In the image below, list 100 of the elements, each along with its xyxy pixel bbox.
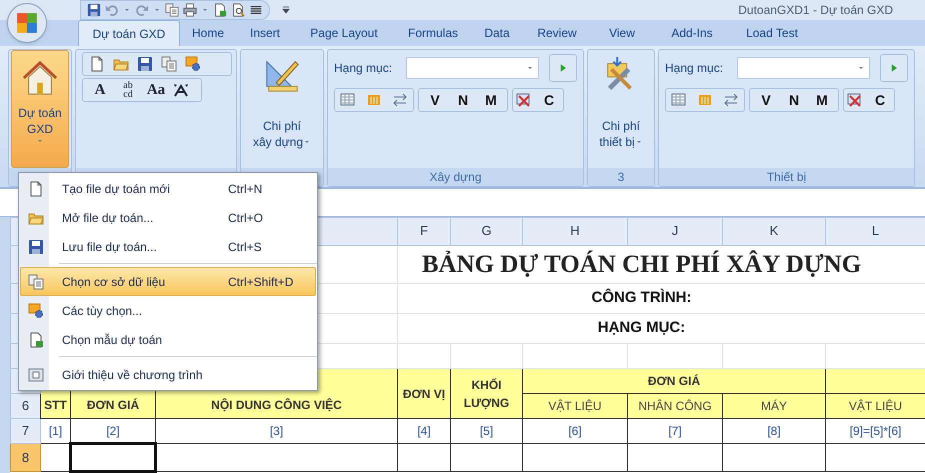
column-heading: ĐƠN GIÁ bbox=[86, 398, 140, 412]
shortcut-text: Ctrl+N bbox=[228, 180, 262, 198]
logo-icon bbox=[16, 12, 38, 34]
menu-label: Chọn mẫu dự toán bbox=[62, 332, 162, 346]
crossed-image-icon[interactable] bbox=[516, 92, 532, 108]
letter-button[interactable]: N bbox=[449, 89, 477, 112]
column-heading: VẬT LIỆU bbox=[848, 399, 902, 413]
column-heading: NỘI DUNG CÔNG VIỆC bbox=[211, 398, 342, 412]
window-title: DutoanGXD1 - Dự toán GXD bbox=[738, 2, 894, 20]
settings-icon[interactable] bbox=[185, 56, 201, 72]
menu-item[interactable]: Chọn mẫu dự toán bbox=[20, 325, 316, 354]
ribbon-tab[interactable]: Data bbox=[472, 20, 522, 46]
group-label: Xây dựng bbox=[429, 169, 482, 186]
menu-label: Lưu file dự toán... bbox=[62, 240, 157, 254]
menu-item[interactable]: Các tùy chọn... bbox=[20, 296, 316, 325]
stretch-icon[interactable] bbox=[173, 82, 189, 98]
printer-icon[interactable] bbox=[183, 3, 197, 18]
print-preview-icon[interactable] bbox=[231, 3, 245, 18]
sheet-subtitle: CÔNG TRÌNH: bbox=[592, 289, 692, 306]
selected-cell[interactable] bbox=[70, 444, 156, 472]
crossed-image-icon[interactable] bbox=[847, 92, 863, 108]
row-header[interactable]: 8 bbox=[10, 444, 40, 472]
menu-item[interactable]: Tạo file dự toán mới Ctrl+N bbox=[20, 174, 316, 203]
table-cell: [9]=[5]*[6] bbox=[850, 424, 902, 438]
table-cell: [6] bbox=[568, 424, 582, 438]
group-label: 3 bbox=[618, 169, 624, 186]
ribbon-tab[interactable]: Formulas bbox=[394, 20, 472, 46]
letter-button[interactable]: M bbox=[477, 89, 505, 112]
text-tool-button[interactable]: ab cd bbox=[117, 79, 139, 102]
column-header[interactable]: J bbox=[628, 217, 722, 245]
table-cell: [3] bbox=[270, 424, 284, 438]
redo-icon[interactable] bbox=[135, 3, 149, 18]
letter-button[interactable]: V bbox=[421, 89, 449, 112]
shortcut-text: Ctrl+O bbox=[228, 210, 264, 226]
column-heading: ĐƠN GIÁ bbox=[648, 374, 700, 388]
customize-icon[interactable] bbox=[280, 4, 292, 16]
column-heading: ĐƠN VỊ bbox=[402, 386, 446, 400]
table-icon[interactable] bbox=[340, 92, 356, 108]
column-heading: KHỐI LƯỢNG bbox=[464, 378, 510, 410]
table-cell: [7] bbox=[668, 424, 682, 438]
menu-label: Các tùy chọn... bbox=[62, 304, 142, 318]
copy-icon[interactable] bbox=[161, 56, 177, 72]
letter-button[interactable]: M bbox=[808, 89, 836, 112]
ribbon-tab[interactable]: Dự toán GXD bbox=[78, 20, 180, 46]
letter-button[interactable]: V bbox=[752, 89, 780, 112]
sheet-subtitle: HẠNG MỤC: bbox=[598, 319, 686, 336]
button-label: Chi phí bbox=[602, 118, 640, 134]
button-label: xây dựng bbox=[252, 134, 304, 150]
column-header[interactable]: F bbox=[398, 217, 450, 245]
column-header[interactable]: K bbox=[722, 217, 826, 245]
new-document-icon[interactable] bbox=[89, 56, 105, 72]
ribbon-tab[interactable]: Add-Ins bbox=[652, 20, 732, 46]
menu-label: Mở file dự toán... bbox=[62, 210, 154, 224]
document-icon[interactable] bbox=[213, 3, 227, 18]
menu-label: Giới thiệu về chương trình bbox=[62, 368, 203, 382]
document-icon bbox=[28, 332, 44, 348]
text-tool-button[interactable]: Aa bbox=[145, 79, 167, 102]
save-icon[interactable] bbox=[137, 56, 153, 72]
save-icon[interactable] bbox=[87, 3, 101, 18]
estimate-button[interactable]: Dự toán GXD bbox=[11, 50, 69, 168]
menu-item[interactable]: Mở file dự toán... Ctrl+O bbox=[20, 203, 316, 232]
sheet-title: BẢNG DỰ TOÁN CHI PHÍ XÂY DỰNG bbox=[422, 250, 862, 278]
ribbon-tab[interactable]: Page Layout bbox=[294, 20, 394, 46]
ribbon-tab[interactable]: Home bbox=[180, 20, 236, 46]
table-cell: [8] bbox=[767, 424, 781, 438]
row-header[interactable]: 7 bbox=[10, 418, 40, 444]
text-tool-button[interactable]: A bbox=[89, 79, 111, 102]
ribbon-tab[interactable]: Insert bbox=[236, 20, 294, 46]
column-header[interactable]: L bbox=[826, 217, 925, 245]
ribbon-tab[interactable]: Load Test bbox=[732, 20, 812, 46]
cost-button[interactable]: Chi phí xây dựng bbox=[245, 50, 319, 166]
save-icon bbox=[28, 238, 44, 254]
letter-button[interactable]: N bbox=[780, 89, 808, 112]
menu-label: Chọn cơ sở dữ liệu bbox=[62, 274, 166, 288]
new-document-icon bbox=[28, 180, 44, 196]
column-header[interactable]: H bbox=[522, 217, 628, 245]
swap-arrows-icon[interactable] bbox=[723, 92, 739, 108]
table-icon[interactable] bbox=[671, 92, 687, 108]
field-label: Hạng mục: bbox=[334, 60, 394, 78]
button-label: GXD bbox=[26, 121, 53, 138]
settings-icon bbox=[28, 302, 44, 318]
menu-item[interactable]: Chọn cơ sở dữ liệu Ctrl+Shift+D bbox=[20, 267, 316, 296]
run-button[interactable] bbox=[549, 54, 577, 82]
row-header[interactable]: 6 bbox=[10, 394, 40, 418]
column-header[interactable]: G bbox=[450, 217, 522, 245]
column-heading: NHÂN CÔNG bbox=[638, 399, 712, 413]
ribbon-tab[interactable]: Review bbox=[522, 20, 592, 46]
copy-icon bbox=[28, 274, 44, 290]
menu-item[interactable]: Lưu file dự toán... Ctrl+S bbox=[20, 232, 316, 261]
table-cell: [2] bbox=[106, 424, 120, 438]
run-button[interactable] bbox=[880, 54, 908, 82]
ribbon-tab[interactable]: View bbox=[592, 20, 652, 46]
cost-button[interactable]: Chi phí thiết bị bbox=[592, 50, 650, 166]
copy-icon[interactable] bbox=[165, 3, 179, 18]
table-cell: [5] bbox=[480, 424, 494, 438]
menu-label: Tạo file dự toán mới bbox=[62, 182, 170, 196]
menu-item[interactable]: Giới thiệu về chương trình bbox=[20, 360, 316, 389]
button-label: Chi phí bbox=[262, 118, 302, 134]
swap-arrows-icon[interactable] bbox=[392, 92, 408, 108]
column-heading: MÁY bbox=[760, 399, 787, 413]
